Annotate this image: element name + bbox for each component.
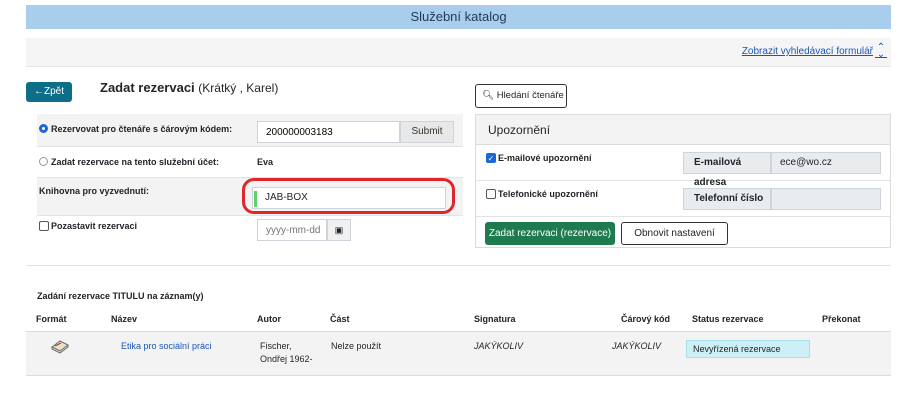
service-account-value: Eva	[257, 157, 274, 167]
status-badge: Nevyřízená rezervace	[686, 340, 810, 358]
barcode-row: Rezervovat pro čtenáře s čárovým kódem: …	[37, 114, 463, 147]
search-reader-label: Hledání čtenáře	[496, 90, 564, 101]
record-title-link[interactable]: Etika pro sociální práci	[121, 341, 212, 351]
phone-notification-row: Telefonické upozornění Telefonní číslo	[476, 181, 890, 217]
barcode-radio[interactable]	[39, 124, 48, 133]
phone-addon: Telefonní číslo	[683, 188, 771, 210]
column-header: Signatura	[474, 314, 516, 324]
phone-label: Telefonické upozornění	[498, 189, 598, 199]
page-title-text: Zadat rezervaci	[100, 80, 195, 95]
records-table-header: Formát Název Autor Část Signatura Čárový…	[26, 309, 891, 331]
record-author-line1: Fischer,	[260, 341, 292, 351]
phone-field[interactable]	[771, 188, 881, 210]
record-author-line2: Ondřej 1962-	[260, 354, 313, 364]
calendar-icon[interactable]: ▣	[327, 219, 351, 241]
email-addon: E-mailová adresa	[683, 152, 771, 188]
column-header: Čárový kód	[621, 314, 671, 324]
email-field[interactable]: ece@wo.cz	[771, 152, 881, 174]
service-account-radio[interactable]	[39, 157, 48, 166]
divider	[26, 265, 891, 266]
patron-name: (Krátký , Karel)	[198, 81, 279, 95]
barcode-label: Rezervovat pro čtenáře s čárovým kódem:	[51, 124, 233, 134]
record-barcode: JAKÝKOLIV	[612, 341, 662, 351]
phone-checkbox[interactable]	[486, 189, 496, 199]
submit-barcode-button[interactable]: Submit	[400, 121, 454, 143]
record-callnumber: JAKÝKOLIV	[474, 341, 524, 351]
book-icon	[51, 340, 69, 354]
column-header: Část	[330, 314, 350, 324]
reset-settings-button[interactable]: Obnovit nastavení	[621, 222, 728, 245]
column-header: Status rezervace	[692, 314, 764, 324]
app-title-bar: Služební katalog	[26, 5, 891, 29]
column-header: Překonat	[822, 314, 861, 324]
show-search-form-link[interactable]: Zobrazit vyhledávací formulář	[742, 46, 873, 57]
notification-heading: Upozornění	[476, 115, 890, 145]
email-notification-row: ✓ E-mailové upozornění E-mailová adresa …	[476, 145, 890, 188]
column-header: Formát	[36, 314, 67, 324]
records-title: Zadání rezervace TITULU na záznam(y)	[37, 291, 204, 301]
email-checkbox[interactable]: ✓	[486, 153, 496, 163]
email-label: E-mailové upozornění	[498, 153, 592, 163]
page-title: Zadat rezervaci (Krátký , Karel)	[100, 80, 278, 95]
barcode-input[interactable]	[257, 121, 400, 143]
pickup-highlight	[242, 178, 455, 214]
app-title: Služební katalog	[410, 9, 507, 24]
chevron-up-down-icon[interactable]: ⌃ ⌄	[875, 43, 887, 60]
record-part: Nelze použít	[331, 341, 382, 351]
search-icon: 🔍︎	[482, 90, 495, 101]
suspend-row: Pozastavit rezervaci ▣	[37, 216, 463, 250]
notification-panel: Upozornění ✓ E-mailové upozornění E-mail…	[475, 114, 891, 248]
column-header: Název	[111, 314, 138, 324]
place-reservation-button[interactable]: Zadat rezervaci (rezervace)	[485, 222, 615, 245]
table-row: Etika pro sociální práci Fischer, Ondřej…	[26, 331, 891, 376]
back-button[interactable]: ←Zpět	[26, 82, 72, 102]
pickup-label: Knihovna pro vyzvednutí:	[39, 186, 150, 196]
column-header: Autor	[257, 314, 281, 324]
suspend-checkbox[interactable]	[39, 221, 49, 231]
service-account-label: Zadat rezervace na tento služební účet:	[51, 157, 220, 167]
service-account-row: Zadat rezervace na tento služební účet: …	[37, 147, 463, 178]
toolbar: Zobrazit vyhledávací formulář ⌃ ⌄	[26, 38, 891, 67]
suspend-date-input[interactable]	[257, 219, 327, 241]
suspend-label: Pozastavit rezervaci	[51, 221, 138, 231]
search-reader-button[interactable]: 🔍︎ Hledání čtenáře	[475, 84, 567, 108]
